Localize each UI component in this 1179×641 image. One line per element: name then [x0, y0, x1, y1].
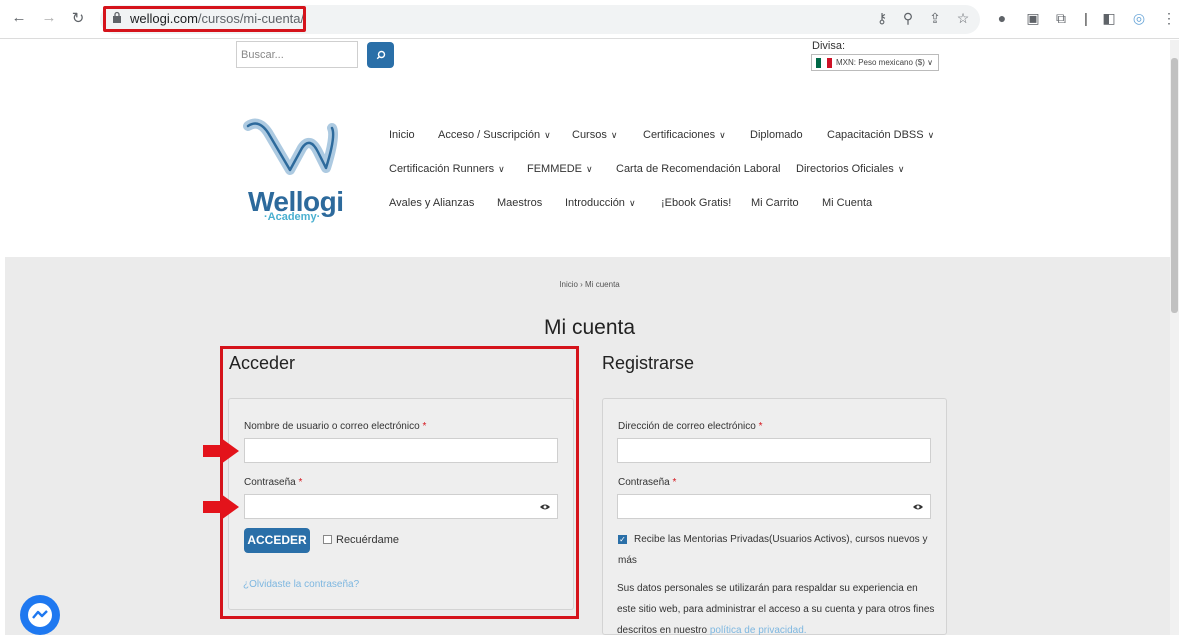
- menu-maestros[interactable]: Maestros: [497, 197, 542, 209]
- messenger-icon: [28, 603, 52, 627]
- menu-dots-icon[interactable]: ⋮: [1160, 10, 1178, 27]
- key-icon[interactable]: ⚷: [873, 10, 891, 27]
- currency-value: MXN: Peso mexicano ($): [836, 58, 925, 67]
- messenger-chat-button[interactable]: [20, 595, 60, 635]
- extension-circle-icon[interactable]: ●: [993, 10, 1011, 26]
- register-email-label: Dirección de correo electrónico *: [618, 421, 763, 432]
- page-title: Mi cuenta: [543, 316, 636, 339]
- logo-tagline: ·Academy·: [264, 211, 321, 223]
- chevron-down-icon: ∨: [610, 130, 618, 140]
- zoom-icon[interactable]: ⚲: [899, 10, 917, 27]
- menu-mi-carrito[interactable]: Mi Carrito: [751, 197, 799, 209]
- chevron-down-icon: ∨: [544, 130, 551, 140]
- bookmark-star-icon[interactable]: ☆: [954, 10, 972, 27]
- login-highlight-frame: [220, 346, 579, 619]
- url-highlight-frame: [103, 6, 306, 32]
- extension-square-icon[interactable]: ▣: [1024, 10, 1042, 27]
- menu-mi-cuenta[interactable]: Mi Cuenta: [822, 197, 872, 209]
- chevron-down-icon: ∨: [498, 164, 505, 174]
- menu-ebook[interactable]: ¡Ebook Gratis!: [661, 197, 731, 209]
- browser-toolbar: ← → ↻ wellogi.com/cursos/mi-cuenta/ ⚷ ⚲ …: [0, 0, 1179, 39]
- content-area: [5, 257, 1170, 635]
- register-password-label: Contraseña *: [618, 477, 677, 488]
- menu-carta-recomendacion[interactable]: Carta de Recomendación Laboral: [616, 163, 781, 175]
- chevron-down-icon: ∨: [586, 164, 593, 174]
- forward-arrow-icon[interactable]: →: [39, 9, 59, 26]
- scrollbar-thumb[interactable]: [1171, 58, 1178, 313]
- menu-certificaciones[interactable]: Certificaciones ∨: [643, 129, 726, 141]
- menu-femmede[interactable]: FEMMEDE ∨: [527, 163, 593, 175]
- menu-directorios[interactable]: Directorios Oficiales ∨: [796, 163, 904, 175]
- privacy-policy-link[interactable]: política de privacidad.: [710, 625, 807, 636]
- menu-certificacion-runners[interactable]: Certificación Runners ∨: [389, 163, 505, 175]
- menu-diplomado[interactable]: Diplomado: [750, 129, 803, 141]
- menu-acceso[interactable]: Acceso / Suscripción ∨: [438, 129, 551, 141]
- newsletter-label: Recibe las Mentorias Privadas(Usuarios A…: [618, 534, 928, 566]
- menu-introduccion[interactable]: Introducción ∨: [565, 197, 636, 209]
- arrow-right-icon: [203, 438, 239, 464]
- divider-icon: |: [1084, 10, 1088, 26]
- currency-label: Divisa:: [812, 40, 846, 52]
- mexico-flag-icon: [816, 58, 832, 68]
- register-password-input[interactable]: [617, 494, 931, 519]
- arrow-right-icon: [203, 494, 239, 520]
- reload-icon[interactable]: ↻: [68, 9, 88, 27]
- back-arrow-icon[interactable]: ←: [9, 9, 29, 26]
- menu-capacitacion[interactable]: Capacitación DBSS ∨: [827, 129, 934, 141]
- chevron-down-icon: ∨: [897, 164, 905, 174]
- register-email-input[interactable]: [617, 438, 931, 463]
- sidepanel-icon[interactable]: ◧: [1100, 10, 1118, 27]
- profile-icon[interactable]: ◎: [1130, 10, 1148, 27]
- menu-cursos[interactable]: Cursos ∨: [572, 129, 617, 141]
- currency-select[interactable]: MXN: Peso mexicano ($) ∨: [811, 54, 939, 71]
- privacy-text: Sus datos personales se utilizarán para …: [617, 583, 935, 636]
- register-title: Registrarse: [602, 353, 695, 373]
- menu-avales[interactable]: Avales y Alianzas: [389, 197, 474, 209]
- chevron-down-icon: ∨: [719, 130, 726, 140]
- search-icon: [376, 50, 385, 60]
- eye-icon[interactable]: [913, 503, 923, 511]
- chevron-down-icon: ∨: [628, 198, 636, 208]
- search-input[interactable]: Buscar...: [236, 41, 358, 68]
- search-button[interactable]: [367, 42, 394, 68]
- chevron-down-icon: ∨: [927, 130, 935, 140]
- breadcrumb: Inicio › Mi cuenta: [559, 280, 620, 289]
- puzzle-icon[interactable]: ⧉: [1052, 10, 1070, 27]
- menu-inicio[interactable]: Inicio: [389, 129, 415, 141]
- chevron-down-icon: ∨: [927, 58, 934, 67]
- share-icon[interactable]: ⇪: [926, 10, 944, 27]
